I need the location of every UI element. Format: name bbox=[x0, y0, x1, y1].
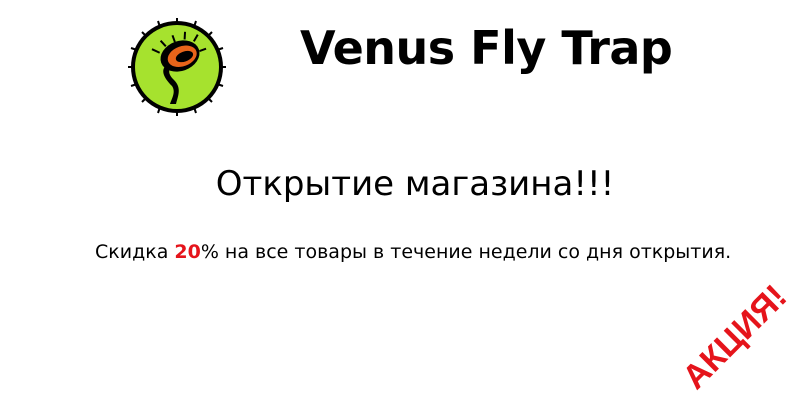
discount-value: 20 bbox=[174, 241, 201, 263]
promo-text-before: Скидка bbox=[95, 241, 175, 263]
page-headline: Открытие магазина!!! bbox=[215, 164, 615, 204]
promo-stamp: АКЦИЯ! bbox=[675, 277, 795, 397]
promo-text: Скидка 20% на все товары в течение недел… bbox=[95, 240, 731, 265]
promo-text-after: % на все товары в течение недели со дня … bbox=[200, 241, 732, 263]
venus-fly-trap-logo-icon bbox=[128, 18, 226, 116]
brand-title: Venus Fly Trap bbox=[300, 21, 673, 75]
